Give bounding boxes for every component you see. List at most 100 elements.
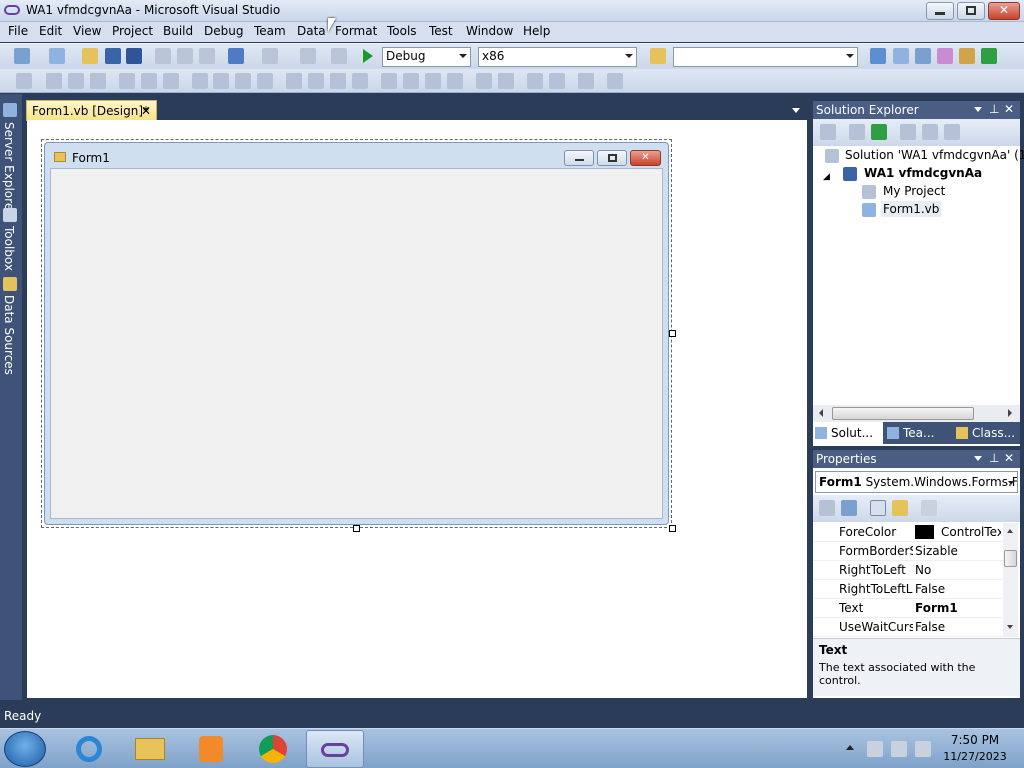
start-debugging-icon[interactable] [363,49,373,63]
save-all-icon[interactable] [126,48,142,64]
form-client-area[interactable] [50,168,663,519]
view-code-icon[interactable] [900,124,916,140]
class-diagram-icon[interactable] [944,124,960,140]
panel-close-icon[interactable]: ✕ [1004,451,1014,465]
media-player-icon[interactable] [182,730,240,768]
menu-team[interactable]: Team [250,24,290,38]
file-explorer-icon[interactable] [121,730,179,768]
solution-explorer-icon[interactable] [870,48,886,64]
remove-vertical-spacing-icon[interactable] [447,73,463,89]
properties-icon[interactable] [820,124,836,140]
menu-tools[interactable]: Tools [383,24,421,38]
show-hidden-icons[interactable] [846,745,854,750]
resize-handle-right[interactable] [669,330,676,337]
property-row[interactable]: Text Form1 [813,599,1003,618]
internet-explorer-icon[interactable] [60,730,118,768]
property-row[interactable]: FormBorderSt Sizable [813,542,1003,561]
properties-view-icon[interactable] [870,500,886,516]
solution-config-dropdown[interactable]: Debug [382,47,471,67]
tab-form1-design[interactable]: Form1.vb [Design]* ✕ [26,100,157,121]
property-row[interactable]: ForeColor ControlTex [813,523,1003,542]
menu-view[interactable]: View [69,24,105,38]
menu-build[interactable]: Build [159,24,197,38]
toolbox-icon[interactable] [937,48,953,64]
alphabetical-icon[interactable] [841,500,857,516]
categorized-icon[interactable] [819,500,835,516]
panel-dropdown-icon[interactable] [974,107,982,112]
start-page-icon[interactable] [981,48,997,64]
navigate-backward-icon[interactable] [300,48,316,64]
vertical-spacing-equal-icon[interactable] [381,73,397,89]
scroll-left-icon[interactable] [819,409,823,417]
pin-icon[interactable]: ⊥ [989,102,999,116]
horizontal-scrollbar[interactable] [813,405,1020,422]
property-row[interactable]: RightToLeft No [813,561,1003,580]
center-vertically-icon[interactable] [498,73,514,89]
clock[interactable]: 7:50 PM 11/27/2023 [935,733,1015,763]
lock-controls-icon[interactable] [607,73,623,89]
scroll-down-icon[interactable] [1007,625,1013,629]
find-in-files-icon[interactable] [650,48,666,64]
scroll-up-icon[interactable] [1007,529,1013,533]
align-lefts-icon[interactable] [46,73,62,89]
events-icon[interactable] [892,500,908,516]
active-files-dropdown-icon[interactable] [792,108,800,113]
align-tops-icon[interactable] [119,73,135,89]
align-rights-icon[interactable] [90,73,106,89]
increase-vertical-spacing-icon[interactable] [403,73,419,89]
align-centers-icon[interactable] [68,73,84,89]
menu-data[interactable]: Data [293,24,330,38]
tab-class-view[interactable]: Class... [954,422,1020,444]
chrome-icon[interactable] [244,730,302,768]
platform-dropdown[interactable]: x86 [478,47,637,67]
server-explorer-tab[interactable]: Server Explorer [2,122,16,215]
size-to-grid-icon[interactable] [213,73,229,89]
scroll-thumb[interactable] [832,407,974,420]
redo-icon[interactable] [262,48,278,64]
scroll-thumb[interactable] [1004,550,1017,567]
property-row[interactable]: UseWaitCursc False [813,618,1003,637]
new-project-icon[interactable] [14,48,30,64]
make-same-width-icon[interactable] [192,73,208,89]
volume-icon[interactable] [915,741,931,757]
data-sources-tab[interactable]: Data Sources [2,295,16,375]
tab-order-icon[interactable] [578,73,594,89]
tree-form1-vb[interactable]: Form1.vb [881,201,942,217]
minimize-button[interactable] [926,2,954,20]
menu-test[interactable]: Test [425,24,457,38]
send-to-back-icon[interactable] [549,73,565,89]
tab-solution-explorer[interactable]: Solut... [813,422,883,444]
expand-arrow-icon[interactable]: ◢ [823,172,830,182]
toolbox-tab[interactable]: Toolbox [2,226,16,271]
tree-solution[interactable]: Solution 'WA1 vfmdcgvnAa' (1 p [845,148,1024,162]
action-center-icon[interactable] [867,741,883,757]
resize-handle-corner[interactable] [669,525,676,532]
copy-icon[interactable] [177,48,193,64]
tab-close-icon[interactable]: ✕ [141,104,151,118]
show-all-files-icon[interactable] [849,124,865,140]
bring-to-front-icon[interactable] [527,73,543,89]
align-to-grid-icon[interactable] [16,73,32,89]
align-bottoms-icon[interactable] [163,73,179,89]
open-folder-icon[interactable] [82,48,98,64]
make-same-height-icon[interactable] [235,73,251,89]
scroll-right-icon[interactable] [1008,409,1012,417]
save-icon[interactable] [105,48,121,64]
view-designer-icon[interactable] [922,124,938,140]
pin-icon[interactable]: ⊥ [989,451,999,465]
refresh-icon[interactable] [871,124,887,140]
property-grid-scrollbar[interactable] [1003,523,1018,637]
close-button[interactable]: ✕ [988,2,1020,20]
increase-horizontal-spacing-icon[interactable] [308,73,324,89]
extension-manager-icon[interactable] [959,48,975,64]
tree-my-project[interactable]: My Project [883,184,945,198]
panel-dropdown-icon[interactable] [974,456,982,461]
menu-project[interactable]: Project [108,24,157,38]
center-horizontally-icon[interactable] [476,73,492,89]
menu-edit[interactable]: Edit [35,24,66,38]
object-selector[interactable]: Form1 System.Windows.Forms.Fo [815,471,1018,493]
panel-close-icon[interactable]: ✕ [1004,102,1014,116]
make-same-size-icon[interactable] [257,73,273,89]
visual-studio-taskbar-icon[interactable] [306,730,364,768]
object-browser-icon[interactable] [915,48,931,64]
